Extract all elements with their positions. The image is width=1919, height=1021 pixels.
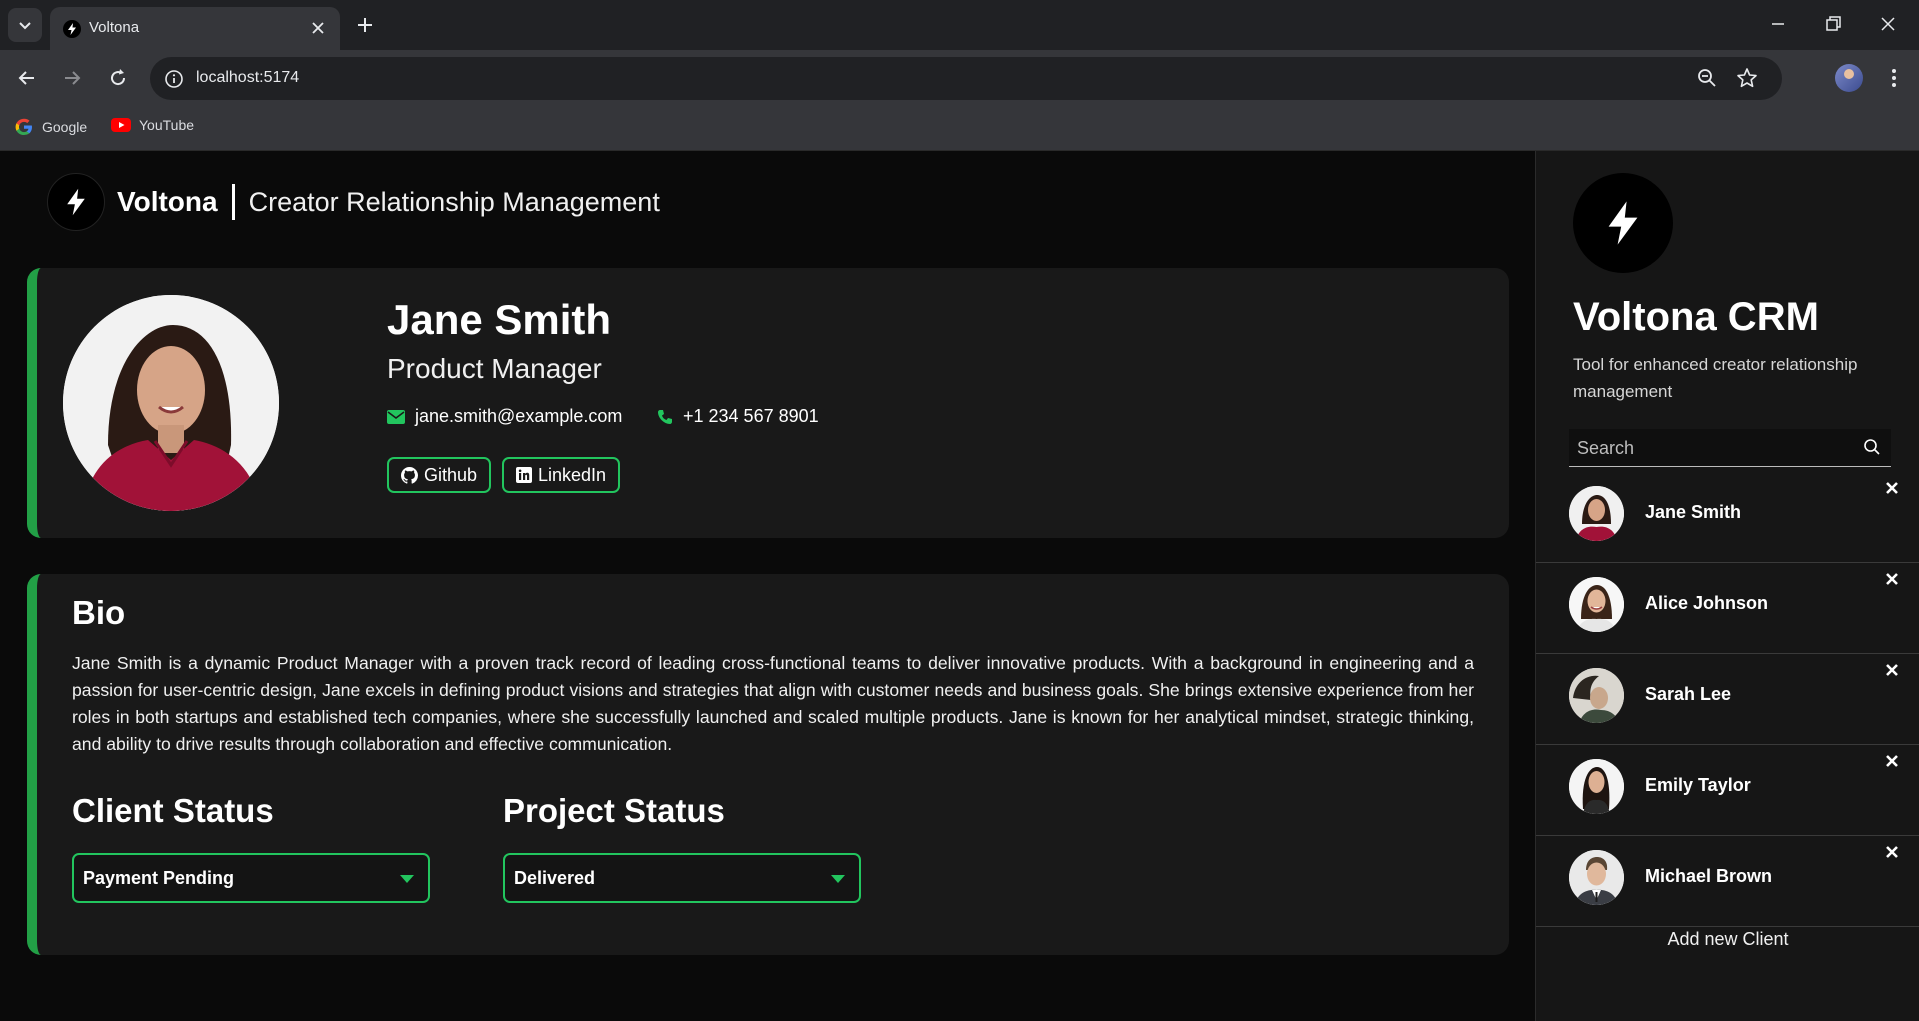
more-menu-icon[interactable] [1882, 66, 1906, 90]
chevron-down-icon [19, 22, 31, 30]
remove-client-icon[interactable] [1884, 844, 1900, 860]
profile-phone[interactable]: +1 234 567 8901 [657, 406, 819, 427]
client-list-item[interactable]: Sarah Lee [1536, 654, 1919, 745]
remove-client-icon[interactable] [1884, 753, 1900, 769]
github-icon [401, 466, 418, 484]
profile-card: Jane Smith Product Manager jane.smith@ex… [27, 268, 1509, 538]
browser-tab[interactable]: Voltona [50, 7, 340, 50]
client-list-item[interactable]: Jane Smith [1536, 472, 1919, 563]
remove-client-icon[interactable] [1884, 662, 1900, 678]
sidebar-title: Voltona CRM [1573, 295, 1819, 339]
reload-icon[interactable] [106, 66, 130, 90]
profile-photo [63, 295, 279, 511]
client-status-value: Payment Pending [83, 867, 235, 888]
browser-tabstrip: Voltona [0, 0, 1919, 50]
profile-email[interactable]: jane.smith@example.com [387, 406, 622, 427]
client-name: Michael Brown [1645, 866, 1773, 886]
bookmark-label: YouTube [139, 117, 195, 133]
sidebar-subtitle: Tool for enhanced creator relationship m… [1573, 355, 1858, 401]
client-name: Emily Taylor [1645, 775, 1751, 795]
remove-client-icon[interactable] [1884, 571, 1900, 587]
app: Voltona Creator Relationship Management … [0, 151, 1919, 1021]
close-icon[interactable] [310, 20, 326, 36]
phone-icon [658, 409, 672, 424]
client-list-item[interactable]: Alice Johnson [1536, 563, 1919, 654]
bookmark-label: Google [42, 119, 88, 135]
window-close-icon[interactable] [1876, 12, 1900, 36]
client-name: Jane Smith [1645, 502, 1742, 522]
brand-tagline: Creator Relationship Management [248, 186, 660, 217]
sidebar: Voltona CRM Tool for enhanced creator re… [1535, 151, 1919, 1021]
restore-icon[interactable] [1821, 12, 1845, 36]
search-input[interactable] [1577, 435, 1847, 461]
bookmarks-bar: Google YouTube [0, 107, 1919, 151]
url-text: localhost:5174 [196, 69, 300, 86]
project-status-heading: Project Status [503, 792, 725, 829]
email-text: jane.smith@example.com [415, 406, 623, 426]
bookmark-google[interactable]: Google [14, 117, 87, 137]
main-content: Voltona Creator Relationship Management … [0, 151, 1535, 1021]
search-icon[interactable] [1863, 438, 1881, 456]
new-tab-icon[interactable] [353, 13, 377, 37]
bio-text: Jane Smith is a dynamic Product Manager … [72, 653, 1474, 754]
remove-client-icon[interactable] [1884, 480, 1900, 496]
google-icon [15, 118, 32, 135]
project-status-value: Delivered [514, 867, 596, 888]
forward-arrow-icon[interactable] [60, 66, 84, 90]
client-list-item[interactable]: Emily Taylor [1536, 745, 1919, 836]
bookmark-youtube[interactable]: YouTube [111, 117, 194, 133]
caret-down-icon [831, 875, 845, 883]
client-name: Sarah Lee [1645, 684, 1732, 704]
profile-role: Product Manager [387, 353, 602, 384]
linkedin-button[interactable]: LinkedIn [502, 457, 621, 493]
brand-name: Voltona [117, 186, 218, 217]
tab-search-button[interactable] [8, 8, 42, 42]
brand-divider [231, 184, 235, 220]
client-avatar [1569, 759, 1624, 814]
brand-header: Voltona Creator Relationship Management [47, 172, 660, 232]
bio-heading: Bio [72, 594, 126, 631]
phone-text: +1 234 567 8901 [683, 406, 819, 426]
search-box [1569, 429, 1891, 467]
tab-title: Voltona [89, 19, 140, 36]
browser-toolbar: localhost:5174 [0, 50, 1919, 107]
client-name: Alice Johnson [1645, 593, 1769, 613]
bolt-logo-icon [47, 173, 105, 231]
address-bar[interactable]: localhost:5174 [150, 57, 1782, 100]
linkedin-icon [516, 467, 532, 483]
client-avatar [1569, 668, 1624, 723]
profile-avatar[interactable] [1835, 64, 1863, 92]
bolt-logo-icon [1573, 173, 1673, 273]
bio-card: Bio Jane Smith is a dynamic Product Mana… [27, 574, 1509, 955]
bookmark-star-icon[interactable] [1736, 67, 1758, 89]
minimize-icon[interactable] [1766, 12, 1790, 36]
client-avatar [1569, 577, 1624, 632]
client-status-heading: Client Status [72, 792, 274, 829]
client-list-item[interactable]: Michael Brown [1536, 836, 1919, 927]
client-avatar [1569, 850, 1624, 905]
back-arrow-icon[interactable] [15, 66, 39, 90]
linkedin-label: LinkedIn [538, 464, 607, 485]
github-label: Github [424, 464, 478, 485]
bolt-icon [63, 20, 81, 38]
youtube-icon [111, 118, 131, 132]
project-status-select[interactable]: Delivered [503, 853, 861, 903]
info-icon[interactable] [164, 69, 184, 89]
client-avatar [1569, 486, 1624, 541]
zoom-out-icon[interactable] [1696, 67, 1718, 89]
profile-name: Jane Smith [387, 296, 612, 343]
add-client-button[interactable]: Add new Client [1536, 929, 1919, 950]
github-button[interactable]: Github [387, 457, 492, 493]
envelope-icon [387, 409, 405, 424]
caret-down-icon [400, 875, 414, 883]
client-status-select[interactable]: Payment Pending [72, 853, 430, 903]
